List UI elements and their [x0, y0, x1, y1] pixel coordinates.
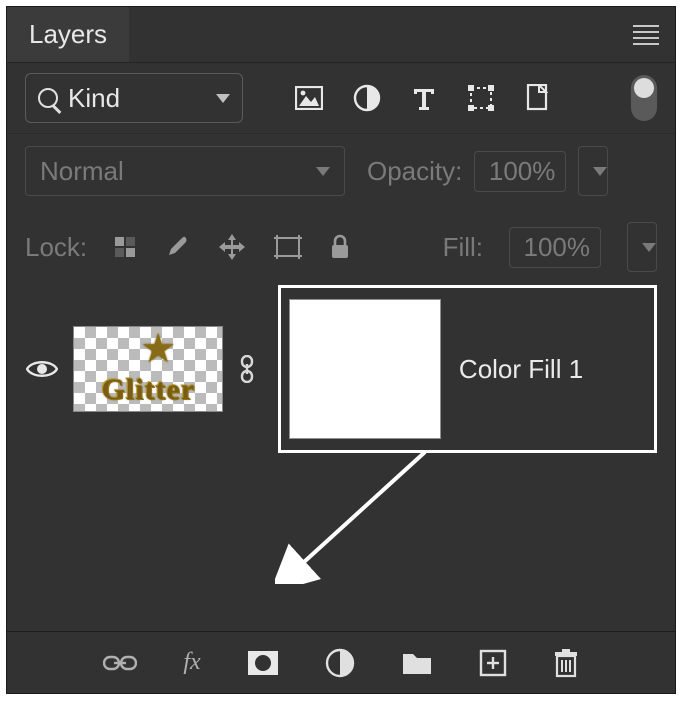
lock-row: Lock: Fill: 100% [7, 208, 675, 286]
opacity-label: Opacity: [367, 156, 462, 187]
delete-layer-button[interactable] [553, 648, 579, 678]
tab-layers[interactable]: Layers [7, 7, 129, 62]
chevron-down-icon [593, 167, 607, 176]
spacer [7, 444, 675, 631]
blend-mode-select[interactable]: Normal [25, 146, 345, 196]
lock-all-icon[interactable] [329, 234, 351, 260]
lock-transparency-icon[interactable] [113, 235, 137, 259]
link-mask-icon[interactable] [237, 355, 264, 383]
shape-layer-filter-icon[interactable] [467, 84, 495, 112]
new-adjustment-layer-button[interactable] [325, 648, 355, 678]
filter-kind-label: Kind [68, 83, 120, 114]
layer-thumbnail[interactable]: ★ Glitter [73, 326, 223, 412]
type-layer-filter-icon[interactable] [411, 85, 437, 111]
search-icon [38, 88, 58, 108]
add-mask-button[interactable] [247, 650, 279, 676]
lock-pixels-icon[interactable] [163, 233, 191, 261]
fill-input[interactable]: 100% [509, 227, 601, 268]
filter-icon-group [295, 84, 551, 112]
opacity-input[interactable]: 100% [474, 151, 566, 192]
adjustment-layer-filter-icon[interactable] [353, 84, 381, 112]
blend-row: Normal Opacity: 100% [7, 133, 675, 208]
layers-panel: Layers Kind [6, 6, 676, 694]
filter-row: Kind [7, 63, 675, 133]
new-group-button[interactable] [401, 650, 433, 676]
smart-object-filter-icon[interactable] [525, 84, 551, 112]
pixel-layer-filter-icon[interactable] [295, 86, 323, 110]
filter-toggle[interactable] [631, 75, 657, 121]
chevron-down-icon [216, 94, 230, 103]
lock-label: Lock: [25, 232, 87, 263]
chevron-down-icon [316, 167, 330, 176]
layer-row[interactable]: ★ Glitter Color Fill 1 [7, 304, 675, 434]
new-layer-button[interactable] [479, 649, 507, 677]
lock-artboard-icon[interactable] [273, 234, 303, 260]
bottom-toolbar: fx [7, 631, 675, 693]
annotation-arrow [275, 444, 445, 584]
selected-layer-highlight: Color Fill 1 [278, 285, 657, 453]
star-shape: ★ [138, 329, 178, 369]
chevron-down-icon [642, 243, 656, 252]
layer-mask-thumbnail[interactable] [289, 299, 441, 439]
visibility-toggle[interactable] [25, 358, 59, 380]
panel-menu-icon[interactable] [633, 21, 659, 49]
fill-label: Fill: [443, 232, 483, 263]
layer-style-button[interactable]: fx [183, 649, 200, 676]
blend-mode-label: Normal [40, 156, 124, 187]
panel-header: Layers [7, 7, 675, 63]
layers-list: ★ Glitter Color Fill 1 [7, 286, 675, 444]
opacity-stepper[interactable] [578, 146, 608, 196]
lock-position-icon[interactable] [217, 232, 247, 262]
thumbnail-text: Glitter [78, 373, 218, 407]
layer-name[interactable]: Color Fill 1 [459, 354, 583, 385]
fill-stepper[interactable] [627, 222, 657, 272]
filter-kind-select[interactable]: Kind [25, 73, 243, 123]
link-layers-button[interactable] [103, 653, 137, 673]
